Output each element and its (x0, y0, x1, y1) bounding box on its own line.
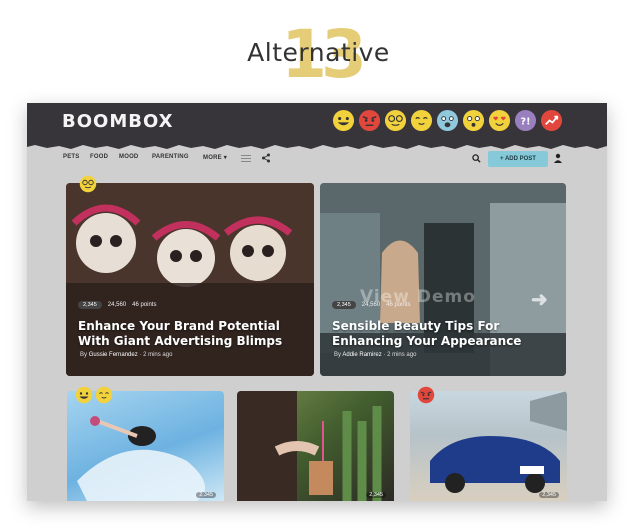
post-card[interactable]: 2,345 (67, 391, 224, 501)
share-count: 2,345 (78, 301, 102, 309)
angry-icon[interactable] (358, 109, 381, 132)
card-byline: By Gussie Fernandez · 2 mins ago (80, 352, 173, 358)
site-screenshot: BOOMBOX ?! PETS FOOD MOOD PARENTING MORE… (27, 103, 607, 501)
post-card[interactable]: 2,345 (410, 391, 567, 501)
featured-card[interactable]: 2,345 24,560 46 points Enhance Your Bran… (66, 183, 314, 376)
post-image (430, 391, 567, 493)
geeky-badge-icon (79, 175, 97, 193)
menu-icon[interactable] (241, 155, 251, 162)
add-post-button[interactable]: + ADD POST (488, 151, 548, 167)
geeky-icon[interactable] (384, 109, 407, 132)
share-count: 2,345 (539, 492, 559, 498)
post-image (77, 416, 205, 501)
nav-item-mood[interactable]: MOOD (119, 154, 138, 160)
post-card[interactable]: 2,345 (237, 391, 394, 501)
site-logo[interactable]: BOOMBOX (62, 111, 174, 132)
featured-card[interactable]: View Demo ➜ 2,345 24,560 46 points Sensi… (320, 183, 566, 376)
points-count: 46 points (386, 302, 411, 308)
card-byline: By Addie Ramirez · 2 mins ago (334, 352, 417, 358)
share-count: 2,345 (196, 492, 216, 498)
views-count: 24,560 (361, 302, 381, 308)
angry-badge-icon (417, 386, 435, 404)
nav-item-more[interactable]: MORE ▾ (203, 154, 227, 161)
lol-badge-icon (75, 386, 93, 404)
header-bar: BOOMBOX ?! (27, 103, 607, 149)
wtf-icon[interactable]: ?! (514, 109, 537, 132)
nav-item-food[interactable]: FOOD (90, 154, 108, 160)
svg-text:?!: ?! (521, 116, 531, 127)
reaction-bar: ?! (332, 109, 563, 132)
main-nav: PETS FOOD MOOD PARENTING MORE ▾ + ADD PO… (27, 147, 607, 171)
nav-item-pets[interactable]: PETS (63, 154, 79, 160)
card-stats: 2,345 24,560 46 points (78, 301, 156, 309)
demo-title: Alternative (247, 38, 390, 67)
page: 13 Alternative BOOMBOX ?! PETS FOOD MOOD… (0, 0, 637, 531)
cute-badge-icon (95, 386, 113, 404)
lol-icon[interactable] (332, 109, 355, 132)
share-count: 2,345 (366, 492, 386, 498)
share-icon[interactable] (261, 153, 271, 163)
card-headline[interactable]: Sensible Beauty Tips For Enhancing Your … (332, 319, 521, 349)
user-icon[interactable] (553, 153, 563, 163)
points-count: 46 points (132, 302, 157, 308)
arrow-right-icon[interactable]: ➜ (531, 287, 548, 312)
love-icon[interactable] (488, 109, 511, 132)
nav-item-parenting[interactable]: PARENTING (152, 154, 189, 160)
cute-icon[interactable] (410, 109, 433, 132)
card-stats: 2,345 24,560 46 points (332, 301, 410, 309)
author-link[interactable]: Addie Ramirez (342, 352, 381, 358)
trending-icon[interactable] (540, 109, 563, 132)
share-count: 2,345 (332, 301, 356, 309)
views-count: 24,560 (107, 302, 127, 308)
chevron-down-icon: ▾ (223, 155, 227, 161)
search-icon[interactable] (472, 154, 481, 163)
scary-icon[interactable] (436, 109, 459, 132)
card-headline[interactable]: Enhance Your Brand Potential With Giant … (78, 319, 282, 349)
author-link[interactable]: Gussie Fernandez (89, 352, 138, 358)
omg-icon[interactable] (462, 109, 485, 132)
post-image (237, 391, 382, 501)
